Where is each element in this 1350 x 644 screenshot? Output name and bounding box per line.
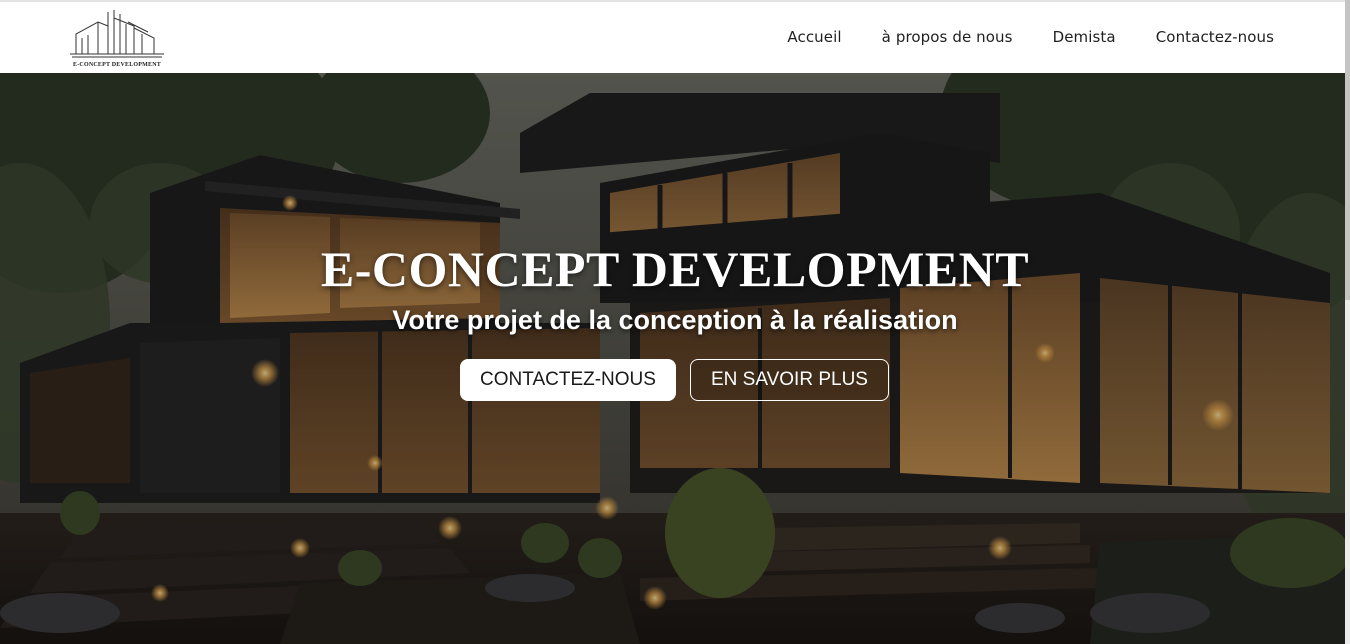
logo-text: E-CONCEPT DEVELOPMENT (73, 62, 161, 68)
site-logo[interactable]: E-CONCEPT DEVELOPMENT (68, 8, 166, 70)
learn-more-button[interactable]: EN SAVOIR PLUS (690, 359, 889, 401)
site-header: E-CONCEPT DEVELOPMENT Accueil à propos d… (0, 0, 1345, 73)
hero-subtitle: Votre projet de la conception à la réali… (392, 305, 958, 335)
hero-overlay (0, 73, 1345, 644)
main-nav: Accueil à propos de nous Demista Contact… (787, 28, 1274, 46)
contact-us-button[interactable]: CONTACTEZ-NOUS (460, 359, 676, 401)
hero-title: E-CONCEPT DEVELOPMENT (320, 241, 1030, 297)
nav-item-accueil[interactable]: Accueil (787, 28, 841, 46)
building-outline-logo-icon (70, 10, 164, 58)
nav-item-a-propos[interactable]: à propos de nous (882, 28, 1013, 46)
nav-item-contactez-nous[interactable]: Contactez-nous (1156, 28, 1274, 46)
hero-section (0, 73, 1345, 644)
nav-item-demista[interactable]: Demista (1053, 28, 1116, 46)
